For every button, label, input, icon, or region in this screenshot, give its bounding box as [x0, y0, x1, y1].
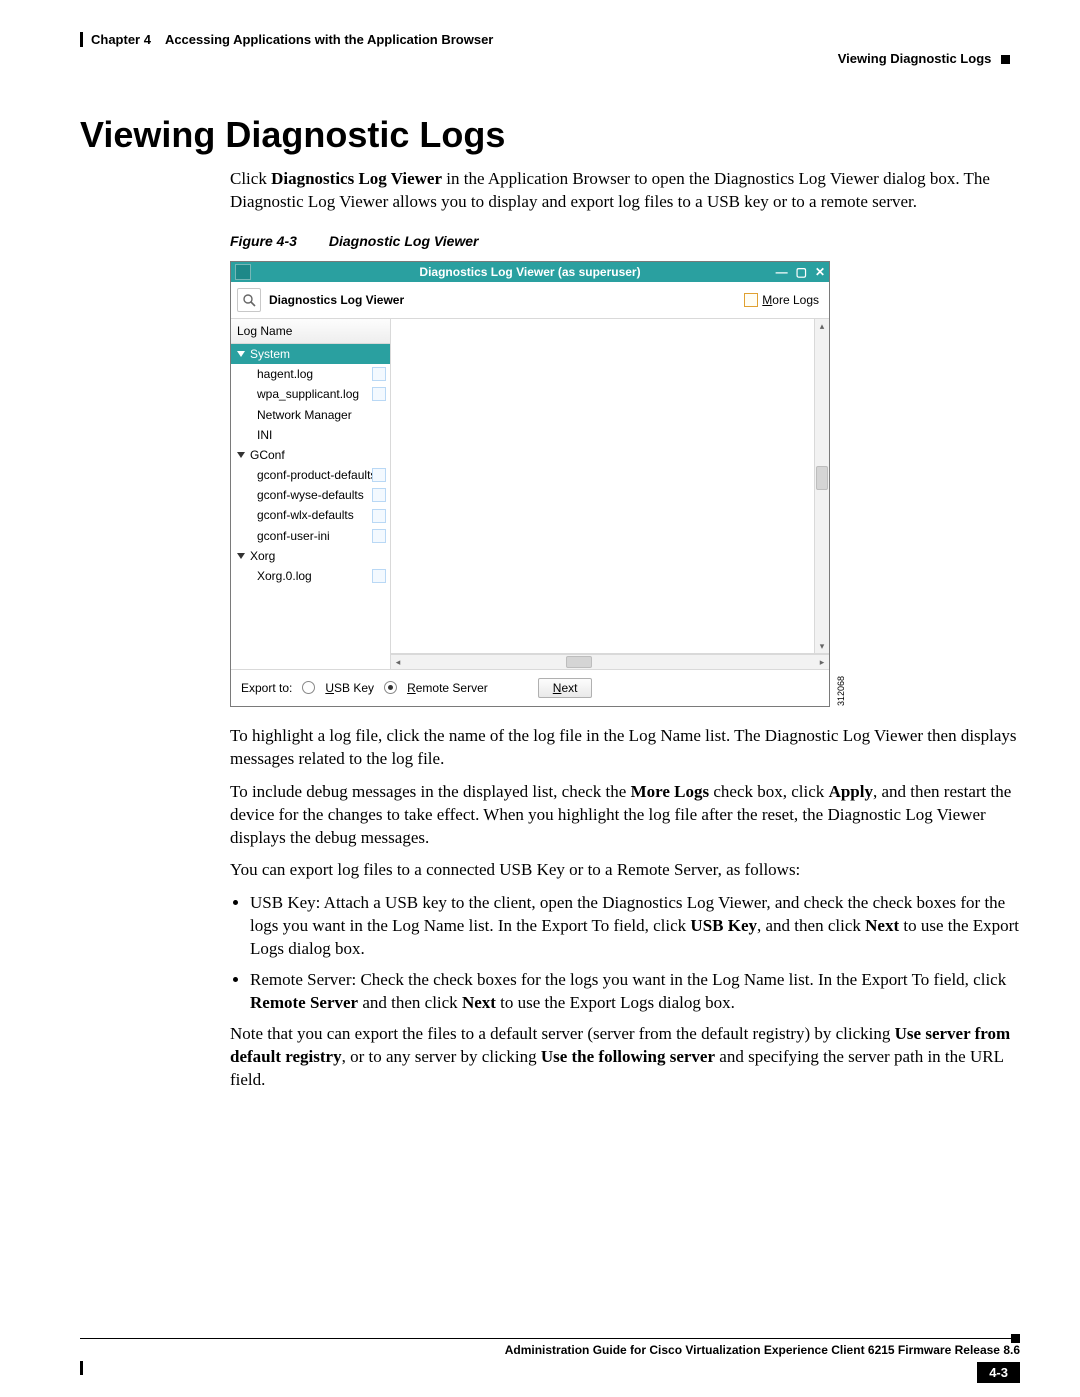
- search-icon[interactable]: [237, 288, 261, 312]
- tree-group-gconf[interactable]: GConf: [231, 445, 390, 465]
- close-icon[interactable]: ✕: [815, 265, 825, 279]
- list-item: Remote Server: Check the check boxes for…: [250, 969, 1020, 1015]
- header-marker: [1001, 55, 1010, 64]
- page-footer: Administration Guide for Cisco Virtualiz…: [80, 1338, 1020, 1357]
- minimize-icon[interactable]: —: [776, 265, 788, 279]
- list-item: USB Key: Attach a USB key to the client,…: [250, 892, 1020, 961]
- running-header: Chapter 4 Accessing Applications with th…: [80, 32, 1020, 66]
- after-p3: You can export log files to a connected …: [230, 859, 1020, 882]
- scroll-thumb[interactable]: [816, 466, 828, 490]
- page-number-badge: 4-3: [977, 1362, 1020, 1383]
- checkbox-icon[interactable]: [372, 509, 386, 523]
- log-name-tree: Log Name System hagent.log wpa_supplican…: [231, 319, 391, 669]
- chapter-label: Chapter 4: [91, 32, 151, 47]
- tree-group-xorg[interactable]: Xorg: [231, 546, 390, 566]
- vertical-scrollbar[interactable]: ▴ ▾: [814, 319, 829, 653]
- radio-remote-server[interactable]: [384, 681, 397, 694]
- tree-item-hagent[interactable]: hagent.log: [231, 364, 390, 384]
- tree-item-wpa[interactable]: wpa_supplicant.log: [231, 384, 390, 404]
- figure-image-id: 312068: [835, 676, 847, 706]
- section-title-head: Viewing Diagnostic Logs: [838, 51, 992, 66]
- page-title: Viewing Diagnostic Logs: [80, 114, 1020, 156]
- after-p1: To highlight a log file, click the name …: [230, 725, 1020, 771]
- radio-remote-server-label: Remote Server: [407, 680, 488, 696]
- checkbox-icon[interactable]: [372, 367, 386, 381]
- chevron-down-icon: [237, 553, 245, 559]
- dialog-toolbar: Diagnostics Log Viewer More Logs: [231, 282, 829, 319]
- scroll-left-icon[interactable]: ◂: [391, 655, 405, 669]
- dialog-app-label: Diagnostics Log Viewer: [269, 292, 404, 308]
- chevron-down-icon: [237, 452, 245, 458]
- tree-header[interactable]: Log Name: [231, 319, 390, 344]
- dialog-title: Diagnostics Log Viewer (as superuser): [419, 265, 640, 279]
- figure-caption: Figure 4-3 Diagnostic Log Viewer: [230, 232, 1020, 251]
- export-row: Export to: USB Key Remote Server Next: [231, 669, 829, 706]
- radio-usb-key[interactable]: [302, 681, 315, 694]
- chapter-title: Accessing Applications with the Applicat…: [165, 32, 493, 47]
- checkbox-icon[interactable]: [372, 569, 386, 583]
- more-logs-checkbox[interactable]: More Logs: [744, 292, 819, 308]
- checkbox-icon[interactable]: [372, 468, 386, 482]
- chevron-down-icon: [237, 351, 245, 357]
- tree-item-gconf-product[interactable]: gconf-product-defaults: [231, 465, 390, 485]
- tree-item-gconf-wyse[interactable]: gconf-wyse-defaults: [231, 485, 390, 505]
- after-p4: Note that you can export the files to a …: [230, 1023, 1020, 1092]
- checkbox-icon[interactable]: [372, 529, 386, 543]
- export-label: Export to:: [241, 680, 292, 696]
- tree-group-system[interactable]: System: [231, 344, 390, 364]
- next-button[interactable]: Next: [538, 678, 593, 698]
- scroll-up-icon[interactable]: ▴: [815, 319, 829, 333]
- tree-group-ini[interactable]: INI: [231, 425, 390, 445]
- scroll-thumb[interactable]: [566, 656, 592, 668]
- dialog-titlebar[interactable]: Diagnostics Log Viewer (as superuser) — …: [231, 262, 829, 282]
- window-icon: [235, 264, 251, 280]
- log-content-area: ▴ ▾: [391, 319, 829, 654]
- scroll-down-icon[interactable]: ▾: [815, 639, 829, 653]
- diagnostic-log-viewer-dialog: 312068 Diagnostics Log Viewer (as superu…: [230, 261, 830, 707]
- intro-paragraph: Click Diagnostics Log Viewer in the Appl…: [230, 168, 1020, 214]
- export-options-list: USB Key: Attach a USB key to the client,…: [250, 892, 1020, 1015]
- checkbox-icon[interactable]: [744, 293, 758, 307]
- maximize-icon[interactable]: ▢: [796, 265, 807, 279]
- checkbox-icon[interactable]: [372, 387, 386, 401]
- footer-guide-title: Administration Guide for Cisco Virtualiz…: [80, 1343, 1020, 1357]
- tree-item-gconf-wlx[interactable]: gconf-wlx-defaults: [231, 505, 390, 525]
- horizontal-scrollbar[interactable]: ◂ ▸: [391, 654, 829, 669]
- radio-usb-key-label: USB Key: [325, 680, 374, 696]
- after-p2: To include debug messages in the display…: [230, 781, 1020, 850]
- tree-item-gconf-user-ini[interactable]: gconf-user-ini: [231, 526, 390, 546]
- footer-tick: [80, 1361, 83, 1375]
- checkbox-icon[interactable]: [372, 488, 386, 502]
- scroll-right-icon[interactable]: ▸: [815, 655, 829, 669]
- tree-group-network-manager[interactable]: Network Manager: [231, 405, 390, 425]
- tree-item-xorg0[interactable]: Xorg.0.log: [231, 566, 390, 586]
